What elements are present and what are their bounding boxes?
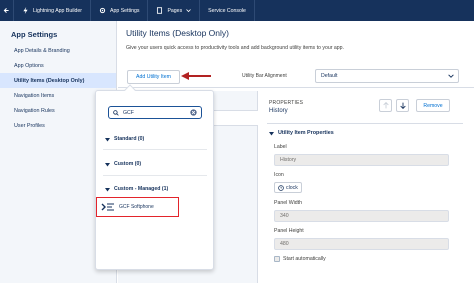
properties-title: PROPERTIES	[269, 100, 304, 106]
move-down-button[interactable]	[396, 99, 409, 112]
start-automatically-label: Start automatically	[283, 256, 326, 262]
checkbox-box[interactable]	[274, 256, 280, 262]
pages-menu[interactable]: Pages	[148, 0, 201, 21]
search-icon	[113, 109, 119, 116]
properties-pane: PROPERTIES History Remove Utility Item P…	[259, 91, 474, 283]
category-custom-managed-label: Custom - Managed (1)	[114, 186, 169, 192]
panel-width-label: Panel Width	[274, 200, 302, 206]
add-utility-item-popover: GCF Standard (0) Custom (0) Custom - Man…	[95, 84, 214, 270]
alignment-value: Default	[321, 73, 338, 79]
start-automatically-checkbox[interactable]: Start automatically	[274, 256, 326, 262]
arrow-down-icon	[399, 102, 406, 109]
sidebar-item-app-details[interactable]: App Details & Branding	[0, 43, 116, 58]
sidebar-title: App Settings	[11, 30, 58, 39]
sidebar-item-app-options[interactable]: App Options	[0, 58, 116, 73]
page-description: Give your users quick access to producti…	[126, 45, 344, 51]
page-icon	[157, 7, 163, 14]
panel-height-field[interactable]: 480	[274, 238, 449, 250]
app-builder-tab[interactable]: Lightning App Builder	[14, 0, 92, 21]
pointer-arrow	[181, 72, 211, 80]
category-custom-label: Custom (0)	[114, 161, 142, 167]
app-builder-label: Lightning App Builder	[33, 7, 83, 14]
properties-divider	[267, 123, 463, 124]
back-arrow-icon	[3, 8, 9, 13]
sidebar-item-utility-items[interactable]: Utility Items (Desktop Only)	[0, 73, 116, 88]
chevron-down-icon	[186, 9, 191, 13]
gcf-softphone-item[interactable]: GCF Softphone	[96, 197, 179, 217]
chevron-down-icon	[269, 131, 274, 135]
search-value: GCF	[123, 109, 134, 116]
label-field[interactable]: History	[274, 154, 449, 166]
category-divider	[103, 175, 207, 176]
remove-button[interactable]: Remove	[416, 99, 450, 112]
clock-icon	[278, 184, 284, 191]
chevron-down-icon	[448, 74, 454, 78]
chevron-down-icon	[105, 137, 110, 141]
arrow-up-icon	[382, 102, 389, 109]
softphone-logo-icon	[101, 203, 114, 211]
category-standard[interactable]: Standard (0)	[105, 136, 144, 142]
chevron-down-icon	[105, 162, 110, 166]
icon-field-label: Icon	[274, 172, 284, 178]
app-settings-tab[interactable]: App Settings	[91, 0, 149, 21]
section-label: Utility Item Properties	[278, 130, 334, 136]
properties-subtitle: History	[269, 108, 288, 114]
category-standard-label: Standard (0)	[114, 136, 145, 142]
pages-label: Pages	[167, 7, 183, 14]
icon-picker[interactable]: clock	[274, 182, 302, 193]
header-divider	[118, 87, 474, 88]
gear-icon	[99, 7, 106, 14]
chevron-down-icon	[105, 187, 110, 191]
utility-item-properties-section[interactable]: Utility Item Properties	[269, 130, 334, 136]
category-divider	[103, 149, 207, 150]
panel-width-field[interactable]: 340	[274, 210, 449, 222]
gcf-softphone-label: GCF Softphone	[119, 204, 154, 210]
icon-value: clock	[286, 184, 298, 191]
clear-icon[interactable]	[190, 109, 197, 116]
service-console-label: Service Console	[208, 7, 246, 14]
move-up-button[interactable]	[379, 99, 392, 112]
category-custom-managed[interactable]: Custom - Managed (1)	[105, 186, 168, 192]
service-console-tab[interactable]: Service Console	[200, 0, 255, 21]
utility-bar-alignment-select[interactable]: Default	[315, 69, 459, 83]
page-title: Utility Items (Desktop Only)	[126, 28, 229, 38]
add-utility-item-button[interactable]: Add Utility Item	[127, 70, 180, 84]
label-field-label: Label	[274, 144, 287, 150]
utility-bar-alignment-label: Utility Bar Alignment	[242, 73, 287, 79]
app-settings-label: App Settings	[110, 7, 140, 14]
utility-search-input[interactable]: GCF	[108, 106, 202, 119]
lightning-icon	[23, 7, 28, 14]
panel-height-label: Panel Height	[274, 228, 304, 234]
category-custom[interactable]: Custom (0)	[105, 161, 141, 167]
back-button[interactable]	[0, 0, 14, 21]
top-bar: Lightning App Builder App Settings Pages…	[0, 0, 474, 21]
